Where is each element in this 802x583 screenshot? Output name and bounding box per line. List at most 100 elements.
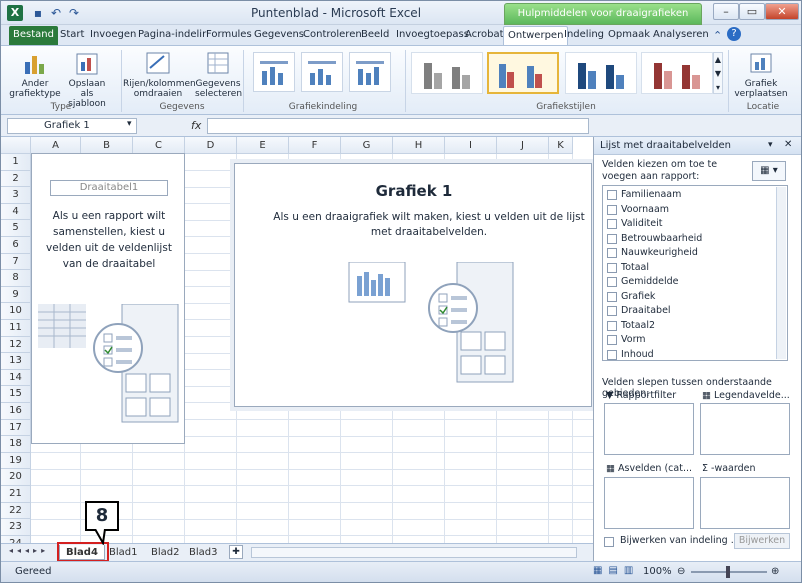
field-checkbox[interactable] <box>607 277 617 287</box>
tab-pagina-indeling[interactable]: Pagina-indelir <box>134 26 210 45</box>
column-header[interactable]: B <box>81 137 133 154</box>
field-checkbox[interactable] <box>607 306 617 316</box>
chevron-down-icon[interactable]: ▾ <box>127 119 132 129</box>
row-header[interactable]: 4 <box>1 203 31 221</box>
row-header[interactable]: 15 <box>1 386 31 403</box>
tab-analyseren[interactable]: Analyseren <box>649 26 713 45</box>
values-drop-area[interactable] <box>700 477 790 529</box>
row-header[interactable]: 10 <box>1 303 31 320</box>
column-header[interactable]: A <box>31 137 81 154</box>
tab-invoegen[interactable]: Invoegen <box>86 26 140 45</box>
field-item[interactable]: Totaal2 <box>607 319 655 333</box>
tab-beeld[interactable]: Beeld <box>357 26 393 45</box>
tab-controleren[interactable]: Controleren <box>299 26 366 45</box>
column-header[interactable]: H <box>393 137 445 154</box>
save-icon[interactable]: ▪ <box>31 6 45 20</box>
sheet-nav-arrows[interactable]: ◂◂◂▸▸ <box>9 546 49 555</box>
field-checkbox[interactable] <box>607 291 617 302</box>
select-all-corner[interactable] <box>1 137 31 154</box>
chart-style-red[interactable] <box>641 52 713 94</box>
field-checkbox[interactable] <box>607 335 617 345</box>
worksheet-grid[interactable]: ABCDEFGHIJK 1 2 3 4 5 6 7 8 9 10 11 12 13 14 15 16 17 18 1… <box>1 137 593 543</box>
redo-icon[interactable]: ↷ <box>67 6 81 20</box>
tab-formules[interactable]: Formules <box>202 26 256 45</box>
field-item[interactable]: Nauwkeurigheid <box>607 246 698 260</box>
field-item[interactable]: Familienaam <box>607 188 681 202</box>
chart-layout-3[interactable] <box>349 52 391 92</box>
help-icon[interactable]: ? <box>727 27 741 41</box>
row-header[interactable]: 6 <box>1 237 31 254</box>
pivot-table-placeholder[interactable]: Draaitabel1 Als u een rapport wilt samen… <box>31 153 185 444</box>
close-icon[interactable]: ✕ <box>784 139 792 150</box>
filter-drop-area[interactable] <box>604 403 694 455</box>
column-header[interactable]: I <box>445 137 497 154</box>
tab-opmaak[interactable]: Opmaak <box>604 26 654 45</box>
chart-style-blue[interactable] <box>565 52 637 94</box>
column-header[interactable]: J <box>497 137 549 154</box>
chart-layout-1[interactable] <box>253 52 295 92</box>
fx-icon[interactable]: fx <box>191 119 201 132</box>
field-checkbox[interactable] <box>607 204 617 215</box>
field-item[interactable]: Betrouwbaarheid <box>607 232 702 246</box>
row-header[interactable]: 17 <box>1 419 31 437</box>
row-header[interactable]: 5 <box>1 220 31 237</box>
tab-ontwerpen[interactable]: Ontwerpen <box>503 26 569 45</box>
sheet-tab-blad2[interactable]: Blad2 <box>145 545 185 560</box>
chart-style-gray[interactable] <box>411 52 483 94</box>
row-header[interactable]: 24 <box>1 535 31 543</box>
change-chart-type-button[interactable]: Ander grafiektype <box>9 50 61 99</box>
row-header[interactable]: 14 <box>1 369 31 387</box>
view-buttons[interactable]: ▦▤▥ <box>593 565 639 576</box>
zoom-out-icon[interactable]: ⊖ <box>677 566 685 577</box>
field-item[interactable]: Inhoud <box>607 348 654 361</box>
row-header[interactable]: 8 <box>1 270 31 287</box>
maximize-button[interactable]: ▭ <box>739 3 765 20</box>
row-header[interactable]: 16 <box>1 403 31 420</box>
field-item[interactable]: Vorm <box>607 333 646 347</box>
chart-layout-2[interactable] <box>301 52 343 92</box>
row-header[interactable]: 1 <box>1 154 31 171</box>
row-header[interactable]: 22 <box>1 502 31 520</box>
zoom-in-icon[interactable]: ⊕ <box>771 566 779 577</box>
defer-update-checkbox[interactable] <box>604 537 614 547</box>
ribbon-collapse-icon[interactable]: ⌃ <box>713 29 722 42</box>
move-chart-button[interactable]: Grafiek verplaatsen <box>731 50 791 99</box>
field-checkbox[interactable] <box>607 219 617 229</box>
field-item[interactable]: Gemiddelde <box>607 275 679 289</box>
row-header[interactable]: 13 <box>1 353 31 370</box>
excel-logo-icon[interactable]: X <box>7 5 23 21</box>
column-header[interactable]: D <box>185 137 237 154</box>
tab-bestand[interactable]: Bestand <box>9 26 58 45</box>
pivot-chart[interactable]: Grafiek 1 Als u een draaigrafiek wilt ma… <box>234 163 592 407</box>
column-header[interactable]: G <box>341 137 393 154</box>
field-checkbox[interactable] <box>607 248 617 258</box>
sheet-tab-blad1[interactable]: Blad1 <box>103 545 143 560</box>
close-button[interactable]: ✕ <box>765 3 799 20</box>
sheet-tab-blad3[interactable]: Blad3 <box>183 545 223 560</box>
row-header[interactable]: 2 <box>1 170 31 188</box>
field-checkbox[interactable] <box>607 320 617 331</box>
axis-drop-area[interactable] <box>604 477 694 529</box>
zoom-slider-thumb[interactable] <box>726 566 730 578</box>
name-box[interactable]: Grafiek 1 <box>7 118 137 134</box>
legend-drop-area[interactable] <box>700 403 790 455</box>
column-header[interactable]: K <box>549 137 573 154</box>
column-header[interactable]: F <box>289 137 341 154</box>
column-header[interactable]: E <box>237 137 289 154</box>
field-item[interactable]: Validiteit <box>607 217 662 231</box>
tab-indeling[interactable]: Indeling <box>560 26 608 45</box>
row-header[interactable]: 3 <box>1 187 31 204</box>
field-item[interactable]: Grafiek <box>607 290 655 304</box>
chevron-down-icon[interactable]: ▾ <box>768 140 773 150</box>
row-header[interactable]: 19 <box>1 452 31 470</box>
minimize-button[interactable]: – <box>713 3 739 20</box>
row-header[interactable]: 20 <box>1 469 31 486</box>
field-checkbox[interactable] <box>607 349 617 360</box>
undo-icon[interactable]: ↶ <box>49 6 63 20</box>
chart-style-multicolor[interactable] <box>487 52 559 94</box>
row-header[interactable]: 9 <box>1 286 31 304</box>
row-header[interactable]: 11 <box>1 320 31 337</box>
new-sheet-icon[interactable]: ✚ <box>229 545 243 559</box>
field-item[interactable]: Draaitabel <box>607 304 671 318</box>
update-button[interactable]: Bijwerken <box>734 533 790 549</box>
